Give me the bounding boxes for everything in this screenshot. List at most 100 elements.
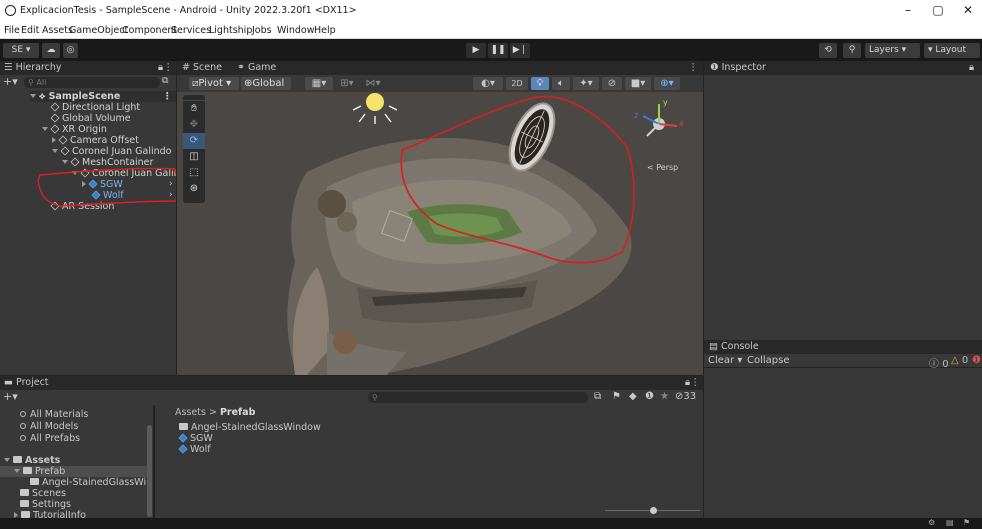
warning-filter-button[interactable]: △ 0: [951, 355, 968, 366]
perspective-label[interactable]: < Persp: [647, 163, 678, 172]
menu-jobs[interactable]: Jobs: [252, 25, 272, 36]
kebab-menu-icon[interactable]: ⋮: [164, 61, 174, 75]
menu-services[interactable]: Services: [171, 25, 211, 36]
menu-component[interactable]: Component: [122, 25, 177, 36]
error-filter-button[interactable]: ❶: [972, 355, 981, 366]
camera-dropdown[interactable]: ■▾: [625, 77, 651, 90]
lock-icon[interactable]: 🔒︎: [685, 376, 690, 390]
lock-icon[interactable]: 🔒︎: [969, 61, 974, 75]
alert-icon[interactable]: ❶: [645, 391, 654, 402]
breadcrumb-prefab[interactable]: Prefab: [220, 407, 255, 418]
panel-divider[interactable]: [0, 375, 704, 376]
cache-icon[interactable]: ▤: [946, 518, 954, 527]
favorite-all-models[interactable]: All Models: [20, 421, 78, 432]
scene-visibility-icon[interactable]: ⧉: [162, 76, 168, 86]
kebab-menu-icon[interactable]: ⋮: [689, 61, 699, 75]
favorite-all-materials[interactable]: All Materials: [20, 409, 88, 420]
icon-size-slider-handle[interactable]: [650, 507, 657, 514]
grid-snap-button[interactable]: ▦▾: [305, 77, 333, 90]
filter-by-type-icon[interactable]: ⚑: [612, 391, 621, 402]
account-button[interactable]: SE ▾: [3, 43, 39, 58]
breadcrumb: Assets > Prefab: [175, 407, 255, 418]
save-search-icon[interactable]: ⧉: [594, 391, 601, 402]
inspector-tab[interactable]: ❶ Inspector 🔒︎: [704, 61, 982, 75]
favorite-all-prefabs[interactable]: All Prefabs: [20, 433, 80, 444]
layout-dropdown[interactable]: ▾ Layout: [924, 43, 980, 58]
grid-toggle-button[interactable]: ⊞▾: [335, 77, 359, 90]
maximize-button[interactable]: ▢: [923, 3, 953, 17]
progress-icon[interactable]: ⚙: [928, 518, 935, 527]
hidden-objects-icon[interactable]: ⊘: [602, 77, 622, 90]
hierarchy-title: Hierarchy: [15, 62, 62, 73]
hidden-packages-button[interactable]: ⊘33: [675, 391, 696, 402]
tree-scrollbar[interactable]: [147, 425, 152, 517]
scale-tool-icon[interactable]: ◫: [183, 149, 205, 165]
close-button[interactable]: ✕: [953, 3, 982, 17]
move-tool-icon[interactable]: ✥: [183, 117, 205, 133]
audio-toggle-icon[interactable]: 🔈︎: [552, 77, 570, 90]
tree-angel-stained-glass[interactable]: Angel-StainedGlassWir: [30, 477, 150, 488]
main-toolbar: SE ▾ ☁ ◎ ▶ ❚❚ ▶❘ ⟲ ⚲ Layers ▾ ▾ Layout: [0, 39, 982, 61]
collapse-button[interactable]: Collapse: [747, 355, 790, 366]
increment-snap-button[interactable]: ⋈▾: [361, 77, 385, 90]
gizmo-z-label: z: [634, 111, 638, 120]
menu-gameobject[interactable]: GameObject: [69, 25, 128, 36]
rotate-tool-icon[interactable]: ⟳: [183, 133, 205, 149]
project-search-input[interactable]: ⚲: [368, 392, 588, 403]
global-dropdown[interactable]: ⊕Global ▾: [241, 77, 291, 102]
hierarchy-search-input[interactable]: ⚲ All: [24, 77, 160, 88]
asset-item-angel-stained-glass[interactable]: Angel-StainedGlassWindow: [179, 422, 321, 433]
add-dropdown-button[interactable]: +▾: [3, 75, 18, 88]
favorite-star-icon[interactable]: ★: [660, 391, 669, 402]
menu-window[interactable]: Window: [277, 25, 314, 36]
search-icon[interactable]: ⚲: [843, 43, 861, 58]
folder-icon: [20, 489, 29, 496]
effects-dropdown[interactable]: ✦▾: [573, 77, 599, 90]
debug-mode-icon[interactable]: ⚑: [963, 518, 970, 527]
tab-scene[interactable]: # Scene: [182, 62, 222, 73]
tree-scenes[interactable]: Scenes: [20, 488, 66, 499]
lighting-toggle-icon[interactable]: 💡︎: [531, 77, 549, 90]
menu-edit[interactable]: Edit: [21, 25, 39, 36]
lock-icon[interactable]: 🔒︎: [158, 61, 163, 75]
menu-lightship[interactable]: Lightship: [209, 25, 252, 36]
step-button[interactable]: ▶❘: [510, 43, 530, 58]
tab-game[interactable]: ⚭ Game: [237, 62, 276, 73]
panel-divider[interactable]: [703, 61, 704, 518]
draw-mode-dropdown[interactable]: ◐▾: [473, 77, 503, 90]
history-icon[interactable]: ⟲: [819, 43, 837, 58]
cloud-icon[interactable]: ☁: [42, 43, 60, 58]
filter-by-label-icon[interactable]: ◆: [629, 391, 637, 402]
rect-tool-icon[interactable]: ⬚: [183, 165, 205, 181]
layers-dropdown[interactable]: Layers ▾: [865, 43, 920, 58]
project-tab[interactable]: ▬ Project 🔒︎ ⋮: [0, 376, 704, 390]
menu-help[interactable]: Help: [314, 25, 336, 36]
create-dropdown-button[interactable]: +▾: [3, 390, 18, 403]
breadcrumb-assets[interactable]: Assets: [175, 407, 206, 418]
play-button[interactable]: ▶: [466, 43, 486, 58]
collab-icon[interactable]: ◎: [63, 43, 78, 58]
transform-tool-icon[interactable]: ⊛: [183, 181, 205, 197]
panel-divider[interactable]: [176, 61, 177, 376]
menu-file[interactable]: File: [4, 25, 20, 36]
asset-item-sgw[interactable]: SGW: [178, 433, 213, 444]
tree-assets[interactable]: Assets: [4, 455, 60, 466]
asset-item-wolf[interactable]: Wolf: [178, 444, 211, 455]
hierarchy-tab[interactable]: ☰ Hierarchy 🔒︎ ⋮: [0, 61, 177, 75]
scene-viewport[interactable]: y x z < Persp ✋︎ ✥ ⟳ ◫ ⬚ ⊛: [177, 92, 704, 375]
minimize-button[interactable]: –: [893, 3, 923, 17]
scene-3d-content[interactable]: y x z < Persp: [177, 92, 704, 375]
tree-tutorialinfo[interactable]: TutorialInfo: [14, 510, 86, 518]
toggle-2d-button[interactable]: 2D: [506, 77, 528, 90]
search-icon: [20, 435, 26, 441]
kebab-menu-icon[interactable]: ⋮: [691, 376, 701, 390]
console-icon: ▤: [709, 341, 718, 352]
gizmos-dropdown[interactable]: ⊕▾: [654, 77, 680, 90]
hand-tool-icon[interactable]: ✋︎: [183, 101, 205, 117]
tree-prefab[interactable]: Prefab: [0, 466, 150, 477]
clear-button[interactable]: Clear ▾: [708, 355, 742, 366]
pivot-dropdown[interactable]: ⧄Pivot ▾: [189, 77, 239, 90]
console-tab[interactable]: ▤ Console: [704, 340, 982, 354]
pause-button[interactable]: ❚❚: [488, 43, 508, 58]
tree-settings[interactable]: Settings: [20, 499, 71, 510]
